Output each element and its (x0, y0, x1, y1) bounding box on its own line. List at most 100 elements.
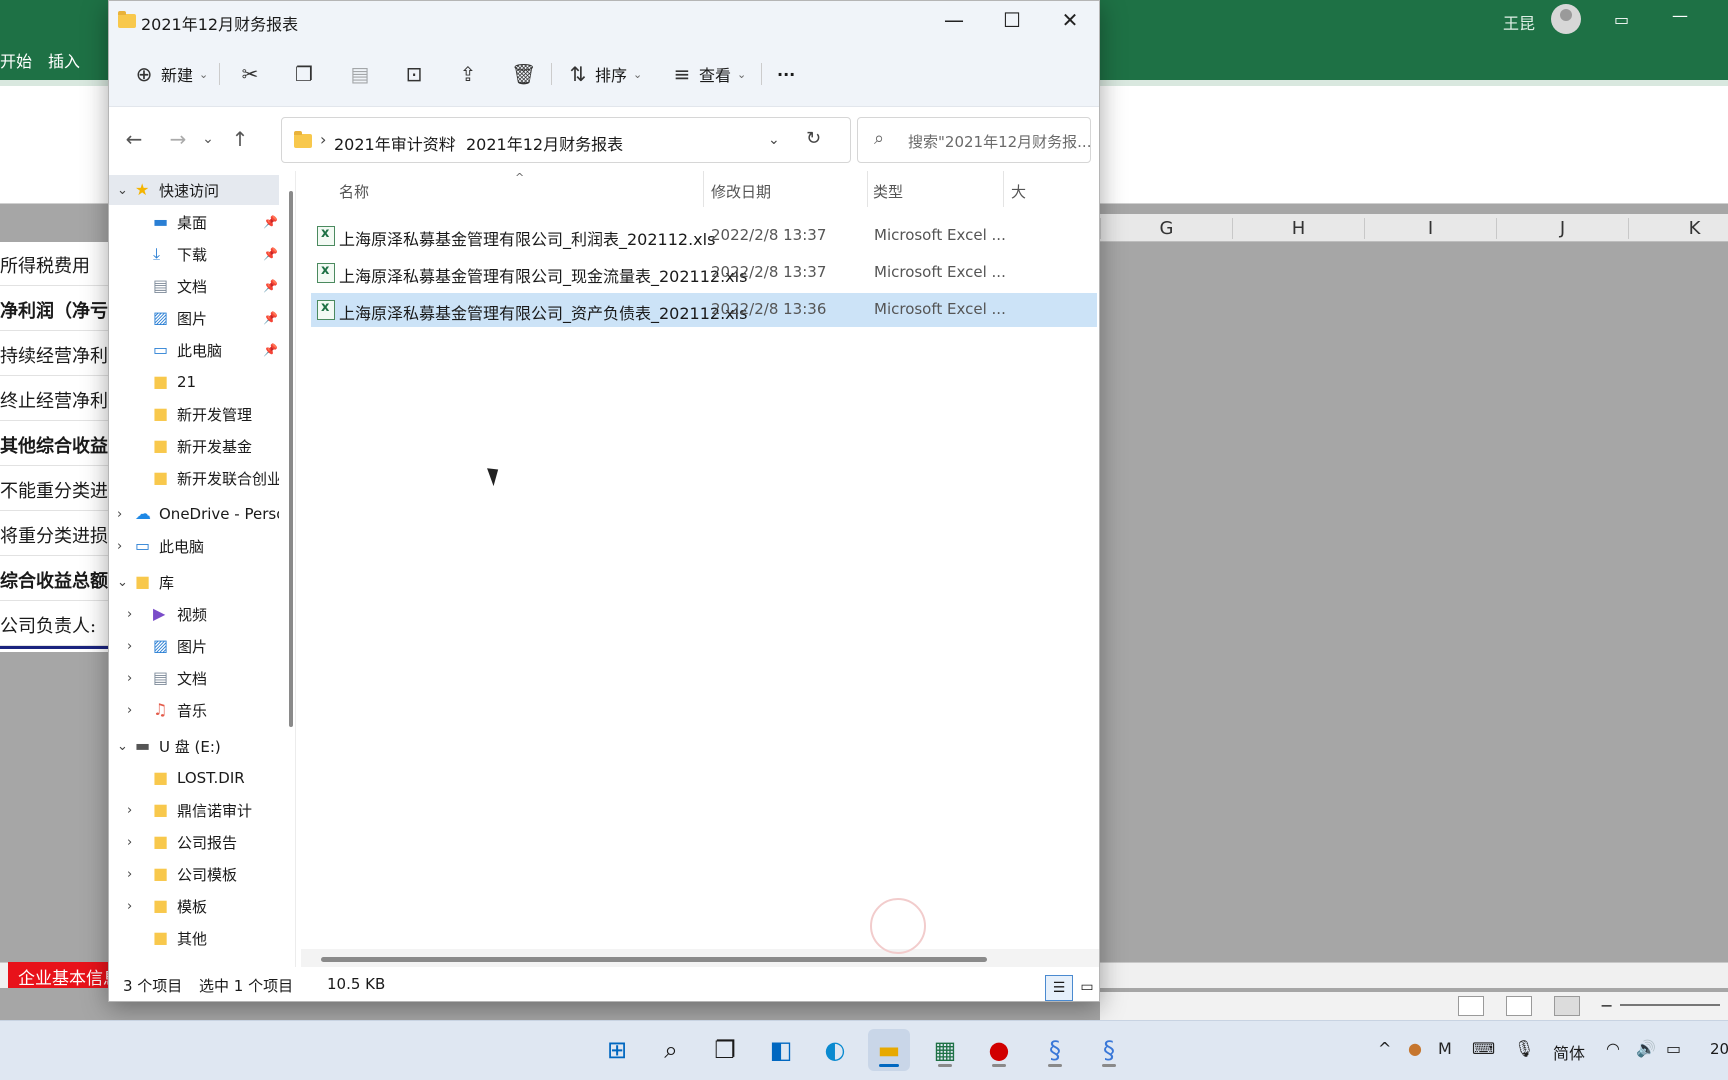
chevron-down-icon[interactable]: ⌄ (117, 575, 128, 590)
start-icon[interactable]: ⊞ (596, 1029, 638, 1071)
sidebar-item[interactable]: › ■ 鼎信诺审计 (109, 795, 279, 825)
column-header-size[interactable]: 大 (1011, 181, 1026, 202)
chevron-right-icon[interactable]: › (127, 835, 132, 850)
column-header-type[interactable]: 类型 (873, 181, 903, 202)
mail-icon[interactable]: M (1438, 1039, 1452, 1058)
worksheet-cell[interactable]: 终止经营净利 (0, 377, 110, 421)
worksheet-cell[interactable]: 将重分类进损 (0, 512, 110, 556)
widgets-icon[interactable]: ◧ (760, 1029, 802, 1071)
share-button[interactable]: ⇪ (457, 59, 479, 89)
chevron-right-icon[interactable]: › (127, 867, 132, 882)
file-row[interactable]: 上海原泽私募基金管理有限公司_利润表_202112.xls2022/2/8 13… (311, 219, 1097, 253)
sidebar-item[interactable]: ▭ 此电脑 📌 (109, 335, 279, 365)
column-divider[interactable] (1003, 171, 1004, 207)
worksheet-cell[interactable]: 持续经营净利 (0, 332, 110, 376)
sheet-tab[interactable]: 企业基本信息 (8, 962, 110, 988)
excel-icon[interactable]: ▦ (924, 1029, 966, 1071)
worksheet-cell[interactable]: 净利润（净亏损 (0, 287, 110, 331)
copy-button[interactable]: ❐ (293, 59, 315, 89)
sidebar-item[interactable]: ■ 新开发管理 (109, 399, 279, 429)
sidebar-item[interactable]: ⌄ ▬ U 盘 (E:) (109, 731, 279, 761)
worksheet-cell[interactable]: 公司负责人: (0, 602, 110, 646)
ribbon-tab-home[interactable]: 开始 (0, 48, 32, 72)
input-method-indicator[interactable]: 简体 (1553, 1040, 1585, 1064)
worksheet-cell[interactable]: 综合收益总额 (0, 557, 110, 601)
worksheet-visible-cells[interactable]: 所得税费用净利润（净亏损持续经营净利终止经营净利其他综合收益不能重分类进将重分类… (0, 242, 110, 652)
minimize-button[interactable]: — (925, 1, 983, 41)
sidebar-item[interactable]: ⤓ 下载 📌 (109, 239, 279, 269)
worksheet-cell[interactable]: 所得税费用 (0, 242, 110, 286)
show-hidden-icons-icon[interactable]: ^ (1378, 1039, 1391, 1058)
file-row[interactable]: 上海原泽私募基金管理有限公司_资产负债表_202112.xls2022/2/8 … (311, 293, 1097, 327)
sort-button[interactable]: ⇅ 排序 ⌄ (567, 59, 643, 89)
zoom-slider[interactable] (1620, 1004, 1720, 1006)
forward-button[interactable]: → (165, 127, 191, 151)
back-button[interactable]: ← (121, 127, 147, 151)
column-header-name[interactable]: 名称 (339, 181, 369, 202)
avatar[interactable] (1551, 4, 1581, 34)
sidebar-item[interactable]: ▤ 文档 📌 (109, 271, 279, 301)
wifi-icon[interactable]: ◠ (1606, 1039, 1620, 1058)
delete-button[interactable]: 🗑 (511, 59, 536, 89)
sidebar-item[interactable]: ■ 新开发基金 (109, 431, 279, 461)
rename-button[interactable]: ⊡ (403, 59, 425, 89)
chevron-right-icon[interactable]: › (127, 803, 132, 818)
worksheet-cell[interactable]: 其他综合收益 (0, 422, 110, 466)
chevron-right-icon[interactable]: › (117, 539, 122, 554)
worksheet-cell[interactable]: 不能重分类进 (0, 467, 110, 511)
cut-button[interactable]: ✂ (239, 59, 261, 89)
column-header-j[interactable]: J (1496, 218, 1628, 239)
breadcrumb-audit-materials[interactable]: 2021年审计资料 (334, 131, 455, 155)
sidebar-item[interactable]: › ♫ 音乐 (109, 695, 279, 725)
sidebar-item[interactable]: › ■ 公司模板 (109, 859, 279, 889)
ribbon-display-options-icon[interactable]: ▭ (1614, 10, 1629, 29)
close-button[interactable]: ✕ (1041, 1, 1099, 41)
clock[interactable]: 20 (1710, 1040, 1728, 1058)
keyboard-icon[interactable]: ⌨ (1472, 1039, 1495, 1058)
chevron-right-icon[interactable]: › (117, 507, 122, 522)
sidebar-item[interactable]: › ☁ OneDrive - Perso (109, 499, 279, 529)
details-view-button[interactable]: ☰ (1045, 975, 1073, 1001)
sidebar-item[interactable]: ▬ 桌面 📌 (109, 207, 279, 237)
sidebar-item[interactable]: › ▶ 视频 (109, 599, 279, 629)
sidebar-item[interactable]: › ▨ 图片 (109, 631, 279, 661)
navigation-scrollbar[interactable] (289, 191, 293, 727)
sidebar-item[interactable]: ■ 21 (109, 367, 279, 397)
column-header-k[interactable]: K (1628, 218, 1728, 239)
page-break-view-button[interactable] (1554, 996, 1580, 1016)
breadcrumb-current-folder[interactable]: 2021年12月财务报表 (466, 131, 623, 155)
ribbon-tab-insert[interactable]: 插入 (48, 48, 80, 72)
volume-icon[interactable]: 🔊 (1636, 1039, 1656, 1058)
chevron-right-icon[interactable]: › (127, 639, 132, 654)
sidebar-item[interactable]: ■ LOST.DIR (109, 763, 279, 793)
view-button[interactable]: ≡ 查看 ⌄ (671, 59, 747, 89)
battery-icon[interactable]: ▭ (1666, 1039, 1681, 1058)
column-header-g[interactable]: G (1100, 218, 1232, 239)
more-options-button[interactable]: ··· (777, 59, 795, 89)
file-row[interactable]: 上海原泽私募基金管理有限公司_现金流量表_202112.xls2022/2/8 … (311, 256, 1097, 290)
column-header-modified[interactable]: 修改日期 (711, 181, 771, 202)
chevron-right-icon[interactable]: › (127, 703, 132, 718)
sidebar-item[interactable]: › ▤ 文档 (109, 663, 279, 693)
column-header-i[interactable]: I (1364, 218, 1496, 239)
address-history-chevron-icon[interactable]: ⌄ (768, 132, 780, 148)
sidebar-item[interactable]: ⌄ ■ 库 (109, 567, 279, 597)
new-button[interactable]: ⊕ 新建 ⌄ (133, 59, 209, 89)
column-divider[interactable] (703, 171, 704, 207)
large-icons-view-button[interactable]: ▭ (1073, 975, 1101, 1001)
horizontal-scrollbar-thumb[interactable] (321, 957, 987, 962)
normal-view-button[interactable] (1458, 996, 1484, 1016)
recent-locations-button[interactable]: ⌄ (195, 131, 221, 147)
chevron-right-icon[interactable]: › (127, 671, 132, 686)
paste-button[interactable]: ▤ (349, 59, 371, 89)
app-icon[interactable]: § (1088, 1029, 1130, 1071)
chevron-right-icon[interactable]: › (127, 899, 132, 914)
title-bar[interactable]: 2021年12月财务报表 — ☐ ✕ (109, 1, 1099, 41)
microphone-icon[interactable]: 🎙 (1514, 1039, 1534, 1058)
sidebar-item[interactable]: › ■ 模板 (109, 891, 279, 921)
search-box[interactable]: ⌕ 搜索"2021年12月财务报... (857, 117, 1091, 163)
up-button[interactable]: ↑ (227, 127, 253, 151)
page-layout-view-button[interactable] (1506, 996, 1532, 1016)
chevron-down-icon[interactable]: ⌄ (117, 739, 128, 754)
record-icon[interactable]: ● (978, 1029, 1020, 1071)
